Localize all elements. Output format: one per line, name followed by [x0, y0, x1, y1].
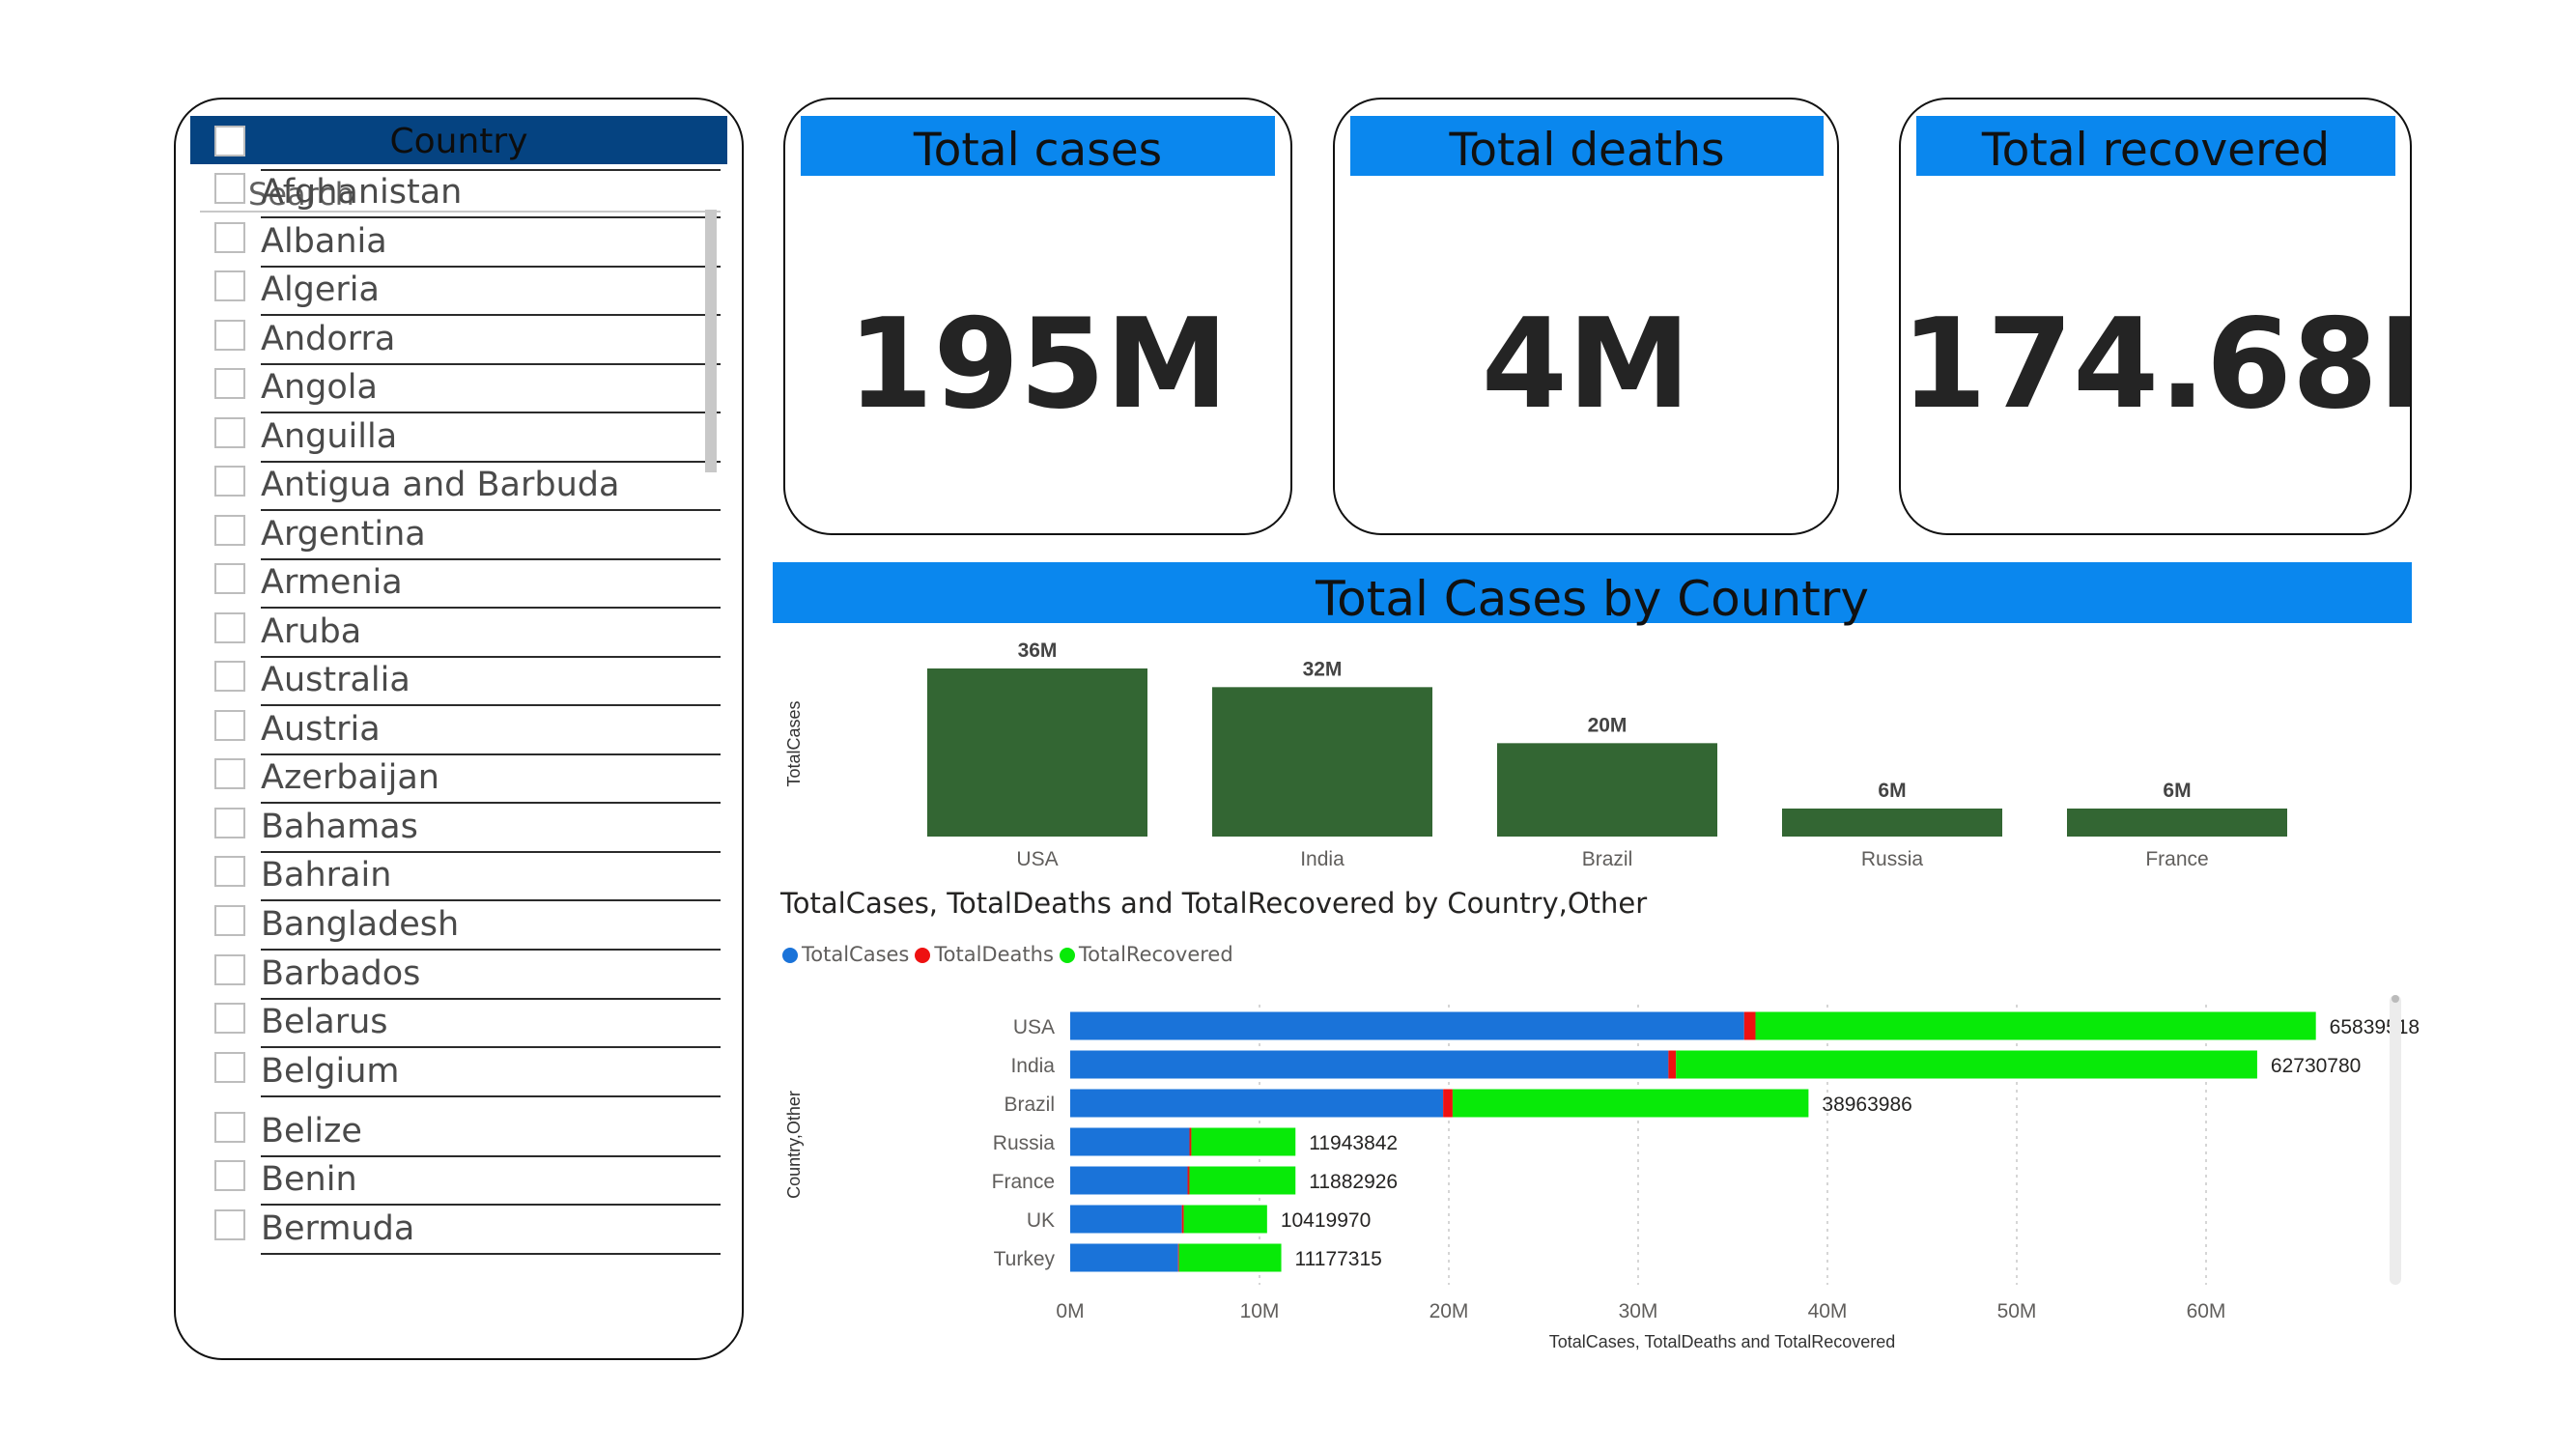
- total-label: 65839518: [2330, 1016, 2420, 1038]
- bar-segment: [1070, 1050, 1669, 1079]
- bar-segment: [1187, 1166, 1190, 1195]
- stacked-bar-chart: 0M 10M 20M 30M 40M 50M 60M TotalCases, TotalDea…: [784, 1005, 2420, 1351]
- bar-segment: [1177, 1243, 1179, 1272]
- bar-segment: [1181, 1205, 1184, 1234]
- total-label: 11177315: [1295, 1248, 1382, 1270]
- bar-segment: [1070, 1127, 1190, 1156]
- bar-segment: [1183, 1205, 1267, 1234]
- total-label: 62730780: [2271, 1055, 2361, 1077]
- chart-scrollbar-thumb[interactable]: [2392, 995, 2399, 1003]
- bar-segment: [1668, 1050, 1677, 1079]
- chart-scrollbar[interactable]: [2390, 995, 2401, 1285]
- y-axis-label: Country,Other: [784, 1091, 804, 1199]
- y-tick-label: Turkey: [994, 1248, 1056, 1270]
- bar-segment: [1191, 1127, 1296, 1156]
- bar-segment: [1070, 1205, 1182, 1234]
- y-tick-label: France: [992, 1171, 1055, 1193]
- x-tick-label: 50M: [1997, 1300, 2037, 1322]
- bar-segment: [1443, 1089, 1453, 1118]
- y-tick-label: Russia: [993, 1132, 1056, 1154]
- y-tick-label: USA: [1013, 1016, 1055, 1038]
- bar-segment: [1189, 1127, 1192, 1156]
- bar-segment: [1070, 1011, 1744, 1040]
- bar-segment: [1178, 1243, 1282, 1272]
- y-tick-label: Brazil: [1004, 1094, 1055, 1116]
- y-tick-label: India: [1010, 1055, 1055, 1077]
- bar-segment: [1070, 1089, 1444, 1118]
- y-tick-label: UK: [1027, 1209, 1055, 1232]
- x-tick-label: 10M: [1240, 1300, 1280, 1322]
- x-tick-label: 60M: [2187, 1300, 2226, 1322]
- bar-segment: [1676, 1050, 2257, 1079]
- total-label: 11882926: [1309, 1171, 1398, 1193]
- bar-segment: [1070, 1243, 1178, 1272]
- bar-segment: [1452, 1089, 1809, 1118]
- x-axis-label: TotalCases, TotalDeaths and TotalRecover…: [1549, 1332, 1896, 1351]
- x-tick-label: 0M: [1056, 1300, 1084, 1322]
- total-label: 11943842: [1309, 1132, 1398, 1154]
- bar-segment: [1189, 1166, 1296, 1195]
- total-label: 38963986: [1822, 1094, 1911, 1116]
- bar-segment: [1743, 1011, 1756, 1040]
- total-label: 10419970: [1281, 1209, 1371, 1232]
- bar-segment: [1070, 1166, 1188, 1195]
- bar-segment: [1755, 1011, 2316, 1040]
- x-tick-label: 20M: [1430, 1300, 1469, 1322]
- x-tick-label: 30M: [1619, 1300, 1658, 1322]
- x-tick-label: 40M: [1808, 1300, 1848, 1322]
